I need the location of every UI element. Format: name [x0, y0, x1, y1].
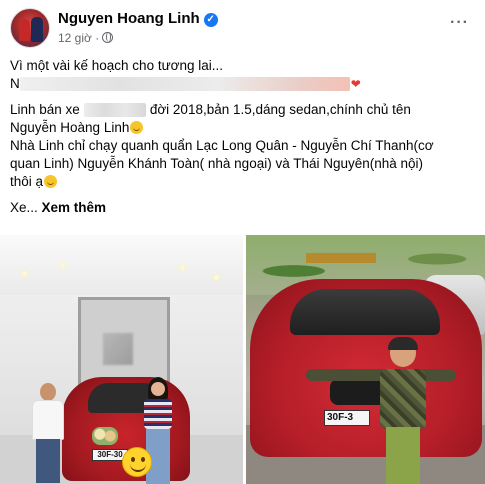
child-camo-jacket	[380, 369, 426, 429]
blurred-logo	[103, 333, 133, 365]
post-line-1: Vì một vài kế hoạch cho tương lai...	[10, 58, 223, 73]
post-header: Nguyen Hoang Linh ✓ 12 giờ · ···	[10, 8, 475, 50]
post-line-3-b: đời 2018,bản 1.5,dáng sedan,chính chủ tê…	[149, 102, 411, 117]
post-line-6: quan Linh) Nguyễn Khánh Toàn( nhà ngoại)…	[10, 156, 424, 171]
child-hat	[388, 337, 418, 350]
post-timestamp[interactable]: 12 giờ ·	[58, 31, 99, 45]
photo-showroom[interactable]: 30F-30	[0, 235, 243, 484]
ceiling-light	[180, 265, 185, 270]
verified-badge-icon: ✓	[203, 13, 218, 27]
post-line-4-text: Nguyễn Hoàng Linh	[10, 120, 130, 135]
man-jeans	[36, 439, 60, 483]
author-avatar[interactable]	[10, 8, 50, 48]
man-shirt	[32, 400, 64, 440]
ceiling-light	[214, 275, 219, 280]
post-line-2-prefix: N	[10, 76, 20, 91]
redacted-car-model	[83, 103, 146, 117]
child-figure	[306, 337, 456, 484]
more-options-icon[interactable]: ···	[450, 14, 469, 32]
post-line-2: N ❤	[10, 75, 476, 93]
child-pants	[386, 427, 420, 484]
post-line-3: Linh bán xe đời 2018,bản 1.5,dáng sedan,c…	[10, 101, 476, 119]
avatar-person-right	[31, 17, 43, 42]
man-head	[40, 383, 56, 401]
redacted-text-block	[19, 77, 350, 91]
post-line-3-a: Linh bán xe	[10, 102, 80, 117]
heart-icon: ❤	[350, 77, 361, 91]
showroom-ceiling	[0, 235, 243, 295]
post-line-7: thôi ạ	[10, 173, 476, 191]
post-body-text: Vì một vài kế hoạch cho tương lai... N ❤ …	[10, 57, 476, 217]
ellipsis-text: Xe...	[10, 200, 38, 215]
globe-icon	[102, 32, 114, 43]
post-line-7-text: thôi ạ	[10, 174, 44, 189]
windshield	[290, 289, 440, 335]
woman-face	[151, 382, 165, 396]
smile-emoji-icon	[44, 175, 58, 188]
photo-outdoor-car[interactable]: 30F-3	[246, 235, 485, 484]
post-line-4: Nguyễn Hoàng Linh	[10, 119, 476, 137]
see-more-link[interactable]: Xem thêm	[42, 200, 107, 215]
avatar-person-left	[19, 19, 30, 41]
post-line-5: Nhà Linh chỉ chạy quanh quẩn Lạc Long Qu…	[10, 138, 434, 153]
author-name[interactable]: Nguyen Hoang Linh	[58, 10, 200, 27]
post-line-8: Xe... Xem thêm	[10, 199, 476, 217]
man-figure	[28, 383, 68, 483]
ceiling-light	[22, 271, 27, 276]
woman-striped-top	[144, 399, 172, 429]
grin-emoji-icon	[130, 121, 144, 134]
background-gate	[306, 253, 376, 263]
post-meta: 12 giờ ·	[58, 31, 114, 45]
ceiling-light	[60, 263, 65, 268]
author-name-row: Nguyen Hoang Linh ✓	[58, 10, 218, 27]
smiley-sticker-icon	[122, 447, 152, 477]
flower-bouquet	[92, 427, 118, 445]
photo-grid: 30F-30 30F-3	[0, 235, 485, 484]
